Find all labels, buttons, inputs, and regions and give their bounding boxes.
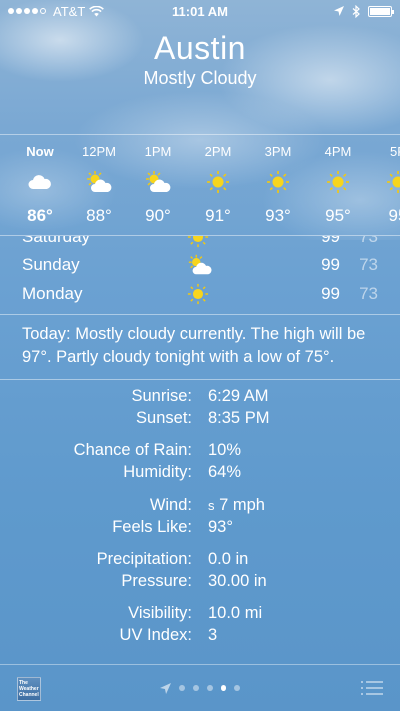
hour-temp: 95° — [325, 206, 351, 225]
page-dot — [234, 685, 241, 691]
hour-time: 4PM — [324, 144, 352, 159]
detail-feels-like: Feels Like: 93° — [0, 518, 400, 540]
hour-temp: 86° — [27, 206, 53, 225]
wifi-icon — [89, 5, 105, 16]
hourly-item: 5P 95 — [368, 135, 400, 226]
hour-time: 12PM — [82, 144, 116, 159]
day-name: Saturday — [22, 236, 91, 246]
detail-sunrise: Sunrise: 6:29 AM — [0, 387, 400, 409]
hour-temp: 90° — [145, 206, 171, 225]
carrier-name: AT&T — [53, 3, 86, 19]
detail-value: 64% — [208, 463, 242, 481]
partly-cloudy-icon — [187, 254, 213, 276]
hour-temp: 93° — [265, 206, 291, 225]
page-dot — [193, 685, 199, 691]
detail-sunset: Sunset: 8:35 PM — [0, 409, 400, 431]
day-low: 73 — [359, 255, 378, 274]
day-low: 73 — [359, 284, 378, 303]
hourly-item: 12PM 88° — [69, 135, 129, 226]
detail-visibility: Visibility: 10.0 mi — [0, 604, 400, 626]
sun-icon — [187, 283, 213, 305]
detail-label: Sunset: — [136, 409, 192, 427]
detail-label: Chance of Rain: — [73, 441, 192, 459]
wind-direction: s — [208, 498, 215, 513]
battery-level — [370, 7, 390, 15]
detail-wind: Wind: s 7 mph — [0, 496, 400, 518]
hourly-item: 2PM 91° — [188, 135, 248, 226]
cloud-icon — [10, 166, 70, 198]
day-low: 73 — [359, 236, 378, 246]
detail-value: 93° — [208, 518, 233, 536]
page-indicator[interactable] — [160, 681, 241, 695]
current-condition: Mostly Cloudy — [143, 68, 257, 88]
sun-icon — [188, 166, 248, 198]
hour-time: 1PM — [144, 144, 172, 159]
detail-label: Visibility: — [128, 604, 192, 622]
detail-precipitation: Precipitation: 0.0 in — [0, 550, 400, 572]
detail-value: s 7 mph — [208, 496, 265, 515]
day-high: 99 — [321, 284, 340, 303]
detail-humidity: Humidity: 64% — [0, 463, 400, 485]
detail-value: 30.00 in — [208, 572, 267, 590]
signal-strength-icon — [8, 8, 46, 14]
detail-label: Wind: — [149, 496, 192, 514]
hourly-item: Now 86° — [10, 135, 70, 226]
sun-icon — [187, 236, 213, 248]
detail-value: 6:29 AM — [208, 387, 269, 405]
daily-forecast[interactable]: Saturday 99 73 Sunday 99 73 Monday 99 73 — [0, 236, 400, 314]
page-dot — [206, 685, 213, 691]
hourly-item: 4PM 95° — [308, 135, 368, 226]
list-icon[interactable] — [361, 679, 383, 697]
sun-icon — [248, 166, 308, 198]
partly-cloudy-icon — [128, 166, 188, 198]
detail-label: UV Index: — [119, 626, 192, 644]
hourly-item: 1PM 90° — [128, 135, 188, 226]
battery-icon — [368, 5, 394, 17]
hour-time: Now — [26, 144, 54, 159]
city-name: Austin — [154, 30, 246, 66]
hour-time: 2PM — [204, 144, 232, 159]
hour-time: 3PM — [264, 144, 292, 159]
detail-value: 10.0 mi — [208, 604, 263, 622]
page-dot-active — [220, 685, 227, 691]
page-dot — [179, 685, 186, 691]
hourly-item: 3PM 93° — [248, 135, 308, 226]
location-arrow-icon — [334, 6, 344, 16]
day-high: 99 — [321, 236, 340, 246]
hourly-forecast[interactable]: Now 86° 12PM 88° 1PM 90° 2PM 91° 3PM 93°… — [0, 134, 400, 236]
location-arrow-icon — [160, 682, 172, 694]
detail-label: Humidity: — [123, 463, 192, 481]
status-bar: AT&T 11:01 AM — [0, 0, 400, 22]
hour-temp: 91° — [205, 206, 231, 225]
detail-value: 3 — [208, 626, 218, 644]
detail-value: 0.0 in — [208, 550, 249, 568]
day-name: Sunday — [22, 255, 80, 274]
hour-temp: 95 — [388, 206, 400, 225]
today-summary: Today: Mostly cloudy currently. The high… — [0, 314, 400, 380]
hour-time: 5P — [390, 144, 400, 159]
day-name: Monday — [22, 284, 83, 303]
detail-uv-index: UV Index: 3 — [0, 626, 400, 648]
detail-label: Pressure: — [121, 572, 192, 590]
detail-label: Precipitation: — [96, 550, 192, 568]
sun-icon — [308, 166, 368, 198]
day-high: 99 — [321, 255, 340, 274]
partly-cloudy-icon — [69, 166, 129, 198]
wind-speed: 7 mph — [219, 496, 265, 514]
daily-row: Monday 99 73 — [0, 279, 400, 309]
status-time: 11:01 AM — [172, 3, 228, 19]
daily-row: Sunday 99 73 — [0, 250, 400, 280]
weather-channel-logo[interactable]: The Weather Channel — [17, 677, 41, 701]
detail-pressure: Pressure: 30.00 in — [0, 572, 400, 594]
hour-temp: 88° — [86, 206, 112, 225]
bluetooth-icon — [352, 4, 360, 18]
detail-label: Sunrise: — [131, 387, 192, 405]
detail-chance-of-rain: Chance of Rain: 10% — [0, 441, 400, 463]
detail-value: 8:35 PM — [208, 409, 270, 427]
bottom-toolbar: The Weather Channel — [0, 664, 400, 711]
sun-icon — [368, 166, 400, 198]
detail-label: Feels Like: — [112, 518, 192, 536]
detail-value: 10% — [208, 441, 242, 459]
